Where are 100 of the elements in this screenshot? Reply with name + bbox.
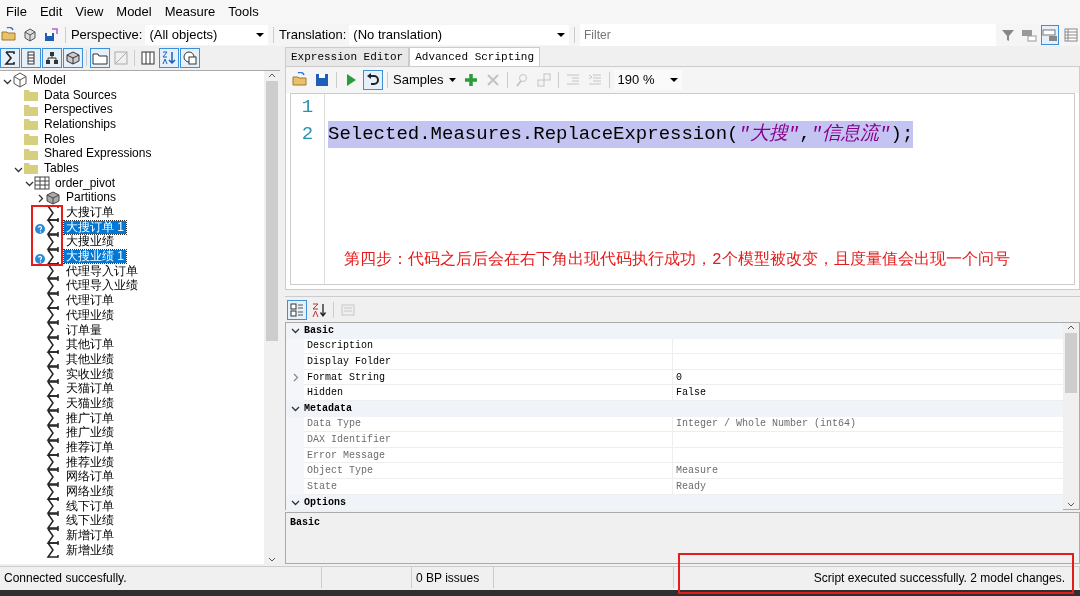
perspective-dropdown[interactable]: (All objects) [145,25,268,45]
tree-item[interactable]: 天猫业绩 [64,396,116,410]
columns-icon[interactable] [138,48,158,68]
sigma-icon [45,278,61,293]
panel-icon[interactable] [1041,25,1059,45]
categorized-icon[interactable] [287,299,307,320]
folder-icon[interactable] [90,48,110,68]
scroll-up-icon[interactable] [267,71,277,79]
tree-item[interactable]: 代理业绩 [64,308,116,322]
tree-item[interactable]: 新增订单 [64,529,116,543]
tree-item[interactable]: order_pivot [53,176,118,190]
tree-item[interactable]: 推广业绩 [64,426,116,440]
menu-item[interactable]: View [73,2,115,22]
property-value[interactable]: False [676,385,706,401]
tree-item[interactable]: Partitions [64,191,119,205]
editor-tab[interactable]: Expression Editor [285,46,410,66]
property-value[interactable]: 0 [676,369,682,385]
cube-icon [45,190,61,205]
caret-icon[interactable] [447,77,458,83]
sort-icon[interactable] [159,48,179,68]
tree-item[interactable]: 推荐业绩 [64,455,116,469]
tree-item[interactable]: Data Sources [42,88,119,102]
tree-item[interactable]: 推荐订单 [64,441,116,455]
tree-item[interactable]: 大搜业绩 1 [64,250,126,264]
tree-item[interactable]: 代理导入订单 [64,264,140,278]
undo-icon[interactable] [363,70,383,90]
tree-item[interactable]: 大搜业绩 [64,235,116,249]
scroll-down-icon[interactable] [1066,501,1076,509]
tree-item[interactable]: 其他订单 [64,338,116,352]
menu-item[interactable]: Measure [162,2,227,22]
tree-item[interactable]: Model [31,73,68,87]
scroll-up-icon[interactable] [1066,323,1076,331]
menu-item[interactable]: Edit [37,2,74,22]
property-value: Ready [676,479,706,494]
tree-item[interactable]: Perspectives [42,103,115,117]
sigma-icon [45,381,61,396]
table-icon [34,176,50,191]
menu-item[interactable]: File [4,2,38,22]
tree-item[interactable]: 其他业绩 [64,352,116,366]
sigma-icon [45,308,61,323]
hierarchy-icon[interactable] [42,48,62,68]
scrollbar[interactable] [1063,323,1079,509]
menu-item[interactable]: Model [114,2,163,22]
scroll-thumb[interactable] [1065,333,1077,393]
column-icon[interactable] [21,48,41,68]
tree-item[interactable]: 新增业绩 [64,543,116,557]
description-title: Basic [285,512,1080,564]
tree-item[interactable]: 线下业绩 [64,514,116,528]
sigma-icon [45,411,61,426]
property-name: State [304,478,673,495]
scroll-down-icon[interactable] [267,556,277,564]
tree-item[interactable]: 网络业绩 [64,485,116,499]
tree-item[interactable]: 大搜订单 1 [64,220,126,234]
zoom-dropdown[interactable]: 190 % [613,70,682,90]
tree-item[interactable]: 线下订单 [64,499,116,513]
tree-item[interactable]: 天猫订单 [64,382,116,396]
sigma-icon [45,220,61,235]
tree-item[interactable]: 大搜订单 [64,206,116,220]
sigma-icon [45,513,61,528]
folder-icon [23,102,39,117]
tree-item[interactable]: 代理订单 [64,294,116,308]
property-value: Integer / Whole Number (int64) [676,417,857,432]
samples-dropdown[interactable]: Samples [392,70,459,90]
property-name: DAX Identifier [304,432,673,448]
tree-item[interactable]: 代理导入业绩 [64,279,140,293]
cube-icon [12,73,28,88]
property-name: Error Message [304,447,673,464]
tree-item[interactable]: Roles [42,132,77,146]
property-name: Format String [304,369,673,386]
tree-item[interactable]: 网络订单 [64,470,116,484]
translation-dropdown[interactable]: (No translation) [349,25,570,45]
filter-field[interactable]: Filter [580,24,996,46]
tree-item[interactable]: Relationships [42,117,119,131]
sigma-icon [45,264,61,279]
sigma-icon [45,440,61,455]
sigma-icon [45,337,61,352]
translation-label: Translation: [278,26,347,45]
tree-item[interactable]: Shared Expressions [42,147,154,161]
tree-item[interactable]: 推广订单 [64,411,116,425]
property-value: Measure [676,464,718,479]
caret-icon[interactable] [256,32,264,38]
sigma-icon [45,543,61,558]
property-name: Display Folder [304,354,673,370]
code-editor[interactable]: 1 2 Selected.Measures.ReplaceExpression("大搜","信息流"); 第四步：代码之后后会在右下角出现代码执行成功，2个模型被改变，且度量值会出现一个问号 [290,93,1075,285]
overlay-icon[interactable] [180,48,200,68]
sigma-icon[interactable] [0,48,20,68]
category-label: Metadata [304,402,352,417]
editor-tab[interactable]: Advanced Scripting [409,46,541,66]
annotation-note: 第四步：代码之后后会在右下角出现代码执行成功，2个模型被改变，且度量值会出现一个问号 [344,249,1011,271]
scroll-thumb[interactable] [266,81,278,341]
menu-item[interactable]: Tools [226,2,270,22]
caret-icon[interactable] [669,77,678,83]
caret-icon[interactable] [557,32,566,38]
tree-item[interactable]: Tables [42,161,81,175]
scrollbar[interactable] [264,71,280,564]
cube-icon[interactable] [63,48,83,68]
tree-item[interactable]: 订单量 [64,323,104,337]
tree-item[interactable]: 实收业绩 [64,367,116,381]
folder-icon [23,146,39,161]
sigma-icon [45,234,61,249]
